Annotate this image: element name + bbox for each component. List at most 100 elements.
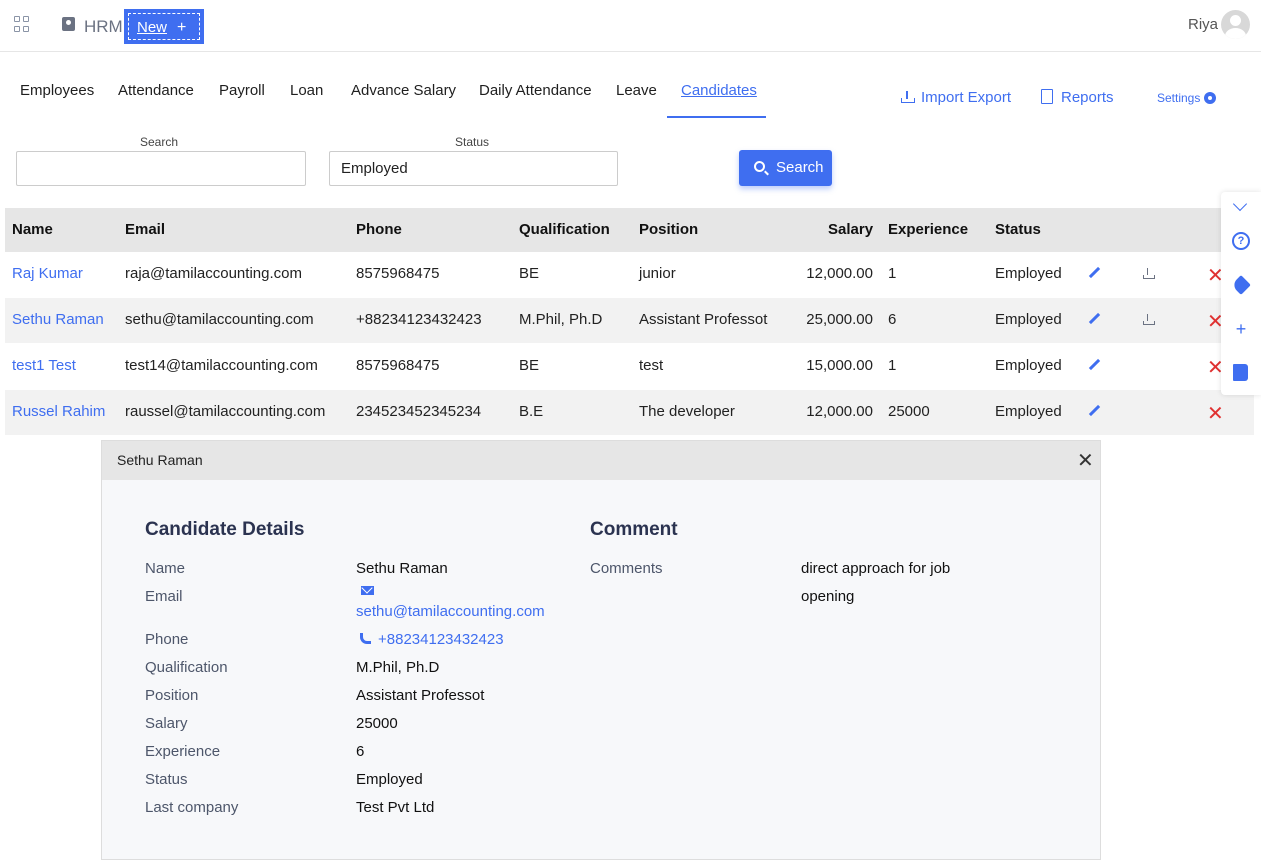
candidate-name-link[interactable]: test1 Test [12,357,76,374]
status-label: Status [455,135,490,149]
detail-label: Position [145,687,199,704]
detail-label: Experience [145,743,221,760]
search-button[interactable]: Search [739,150,832,186]
tab-daily-attendance[interactable]: Daily Attendance [479,82,592,99]
candidate-name-link[interactable]: Raj Kumar [12,265,83,282]
cell-position: junior [639,265,676,282]
mail-icon [361,586,374,595]
pin-icon[interactable] [1231,275,1251,295]
cell-salary: 12,000.00 [806,265,873,282]
phone-value: +88234123432423 [378,631,504,648]
candidate-detail-panel: Sethu Raman ✕ Candidate Details Comment … [101,440,1101,860]
phone-link[interactable]: +88234123432423 [360,631,504,648]
tab-leave[interactable]: Leave [616,82,657,99]
detail-value: 6 [356,743,365,760]
detail-value: Test Pvt Ltd [356,799,435,816]
cell-qualification: M.Phil, Ph.D [519,311,603,328]
candidates-table: Name Email Phone Qualification Position … [5,208,1254,436]
status-select[interactable]: Employed [329,151,618,186]
detail-label: Qualification [145,659,228,676]
download-icon [901,91,915,103]
settings-label: Settings [1157,91,1201,105]
cell-salary: 12,000.00 [806,403,873,420]
col-email: Email [125,221,166,238]
edit-icon[interactable] [1088,314,1100,326]
tab-attendance[interactable]: Attendance [118,82,194,99]
cell-position: test [639,357,664,374]
cell-qualification: B.E [519,403,544,420]
detail-value: Sethu Raman [356,560,448,577]
edit-icon[interactable] [1088,268,1100,280]
apps-grid-icon[interactable] [14,16,30,32]
pdf-icon [1041,89,1053,104]
hrm-icon [62,17,75,31]
reports-link[interactable]: Reports [1041,89,1114,106]
search-icon [754,161,765,172]
import-export-link[interactable]: Import Export [901,89,1011,106]
tab-candidates[interactable]: Candidates [681,82,757,99]
candidate-name-link[interactable]: Russel Rahim [12,403,105,420]
help-icon[interactable]: ? [1232,232,1250,250]
detail-value: Employed [356,771,423,788]
detail-label: Salary [145,715,188,732]
detail-label: Name [145,560,186,577]
detail-label: Last company [145,799,239,816]
phone-icon [360,633,371,644]
cell-qualification: BE [519,357,540,374]
cell-phone: 8575968475 [356,357,440,374]
col-status: Status [995,221,1041,238]
col-salary: Salary [828,221,874,238]
cell-email: raja@tamilaccounting.com [125,265,302,282]
cell-status: Employed [995,265,1062,282]
col-experience: Experience [888,221,969,238]
chevron-down-icon[interactable] [1232,196,1248,212]
cell-position: Assistant Professot [639,311,768,328]
new-button[interactable]: New + [124,9,204,44]
detail-label: Email [145,588,183,605]
gear-icon [1204,92,1217,104]
cell-salary: 25,000.00 [806,311,873,328]
cell-phone: 8575968475 [356,265,440,282]
settings-link[interactable]: Settings [1157,91,1217,105]
side-toolbar: ? + [1221,192,1261,395]
reports-label: Reports [1061,89,1114,106]
email-link[interactable]: sethu@tamilaccounting.com [356,603,545,620]
delete-icon[interactable]: ✕ [1207,401,1224,426]
active-tab-indicator [667,116,766,118]
panel-header: Sethu Raman ✕ [102,441,1100,480]
tab-loan[interactable]: Loan [290,82,323,99]
comments-line-2: opening [801,588,855,605]
table-row: Russel Rahim raussel@tamilaccounting.com… [5,390,1254,436]
cell-phone: +88234123432423 [356,311,482,328]
cell-position: The developer [639,403,735,420]
avatar[interactable] [1221,10,1250,39]
app-title[interactable]: HRM [84,17,123,37]
detail-value: 25000 [356,715,398,732]
tab-payroll[interactable]: Payroll [219,82,265,99]
cell-status: Employed [995,311,1062,328]
close-icon[interactable]: ✕ [1077,448,1094,473]
cell-status: Employed [995,357,1062,374]
detail-value: Assistant Professot [356,687,485,704]
cell-salary: 15,000.00 [806,357,873,374]
user-name[interactable]: Riya [1188,16,1218,33]
search-input[interactable] [16,151,306,186]
plus-icon[interactable]: + [1231,319,1251,339]
comments-label: Comments [590,560,663,577]
edit-icon[interactable] [1088,406,1100,418]
detail-label: Phone [145,631,189,648]
col-position: Position [639,221,699,238]
plus-icon: + [177,19,187,36]
candidate-name-link[interactable]: Sethu Raman [12,311,104,328]
top-bar: HRM New + Riya [0,0,1261,52]
tab-advance-salary[interactable]: Advance Salary [351,82,456,99]
detail-value: M.Phil, Ph.D [356,659,440,676]
col-qualification: Qualification [519,221,610,238]
download-icon[interactable] [1143,268,1155,279]
cell-email: raussel@tamilaccounting.com [125,403,326,420]
table-row: Sethu Raman sethu@tamilaccounting.com +8… [5,298,1254,344]
edit-icon[interactable] [1088,360,1100,372]
download-icon[interactable] [1143,314,1155,325]
book-icon[interactable] [1233,364,1248,381]
tab-employees[interactable]: Employees [20,82,94,99]
